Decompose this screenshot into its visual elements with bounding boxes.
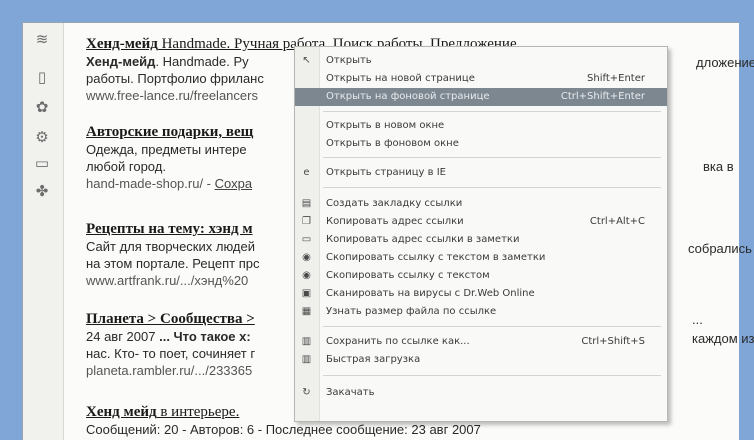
bug-icon[interactable]: ✤: [31, 181, 53, 201]
menu-item-copy-link-notes[interactable]: ▭ Копировать адрес ссылки в заметки: [295, 231, 667, 249]
menu-separator: [323, 187, 661, 188]
menu-item-fetch[interactable]: ↻ Закачать: [295, 384, 667, 402]
drweb-icon: ▣: [301, 288, 312, 299]
saved-copy-link[interactable]: Сохра: [215, 176, 252, 191]
download-icon: ▥: [301, 354, 312, 365]
result-snippet-right: каждом из: [692, 331, 754, 346]
result-snippet-right: вка в: [703, 159, 734, 174]
copy-text-icon: ◉: [302, 270, 311, 281]
menu-item-scan-drweb[interactable]: ▣ Сканировать на вирусы с Dr.Web Online: [295, 285, 667, 303]
menu-item-open-background-window[interactable]: Открыть в фоновом окне: [295, 135, 667, 153]
menu-item-bookmark-link[interactable]: ▤ Создать закладку ссылки: [295, 195, 667, 213]
menu-item-open[interactable]: ↖ Открыть: [295, 52, 667, 70]
context-menu: ↖ Открыть Открыть на новой странице Shif…: [294, 46, 668, 422]
result-snippet: Сообщений: 20 - Авторов: 6 - Последнее с…: [86, 422, 481, 437]
menu-item-copy-link-text[interactable]: ◉ Скопировать ссылку с текстом: [295, 267, 667, 285]
result-snippet-right: дложение: [696, 55, 754, 70]
bookmark-icon: ▤: [301, 198, 312, 209]
cursor-icon: ↖: [302, 55, 311, 66]
menu-item-open-new-page[interactable]: Открыть на новой странице Shift+Enter: [295, 70, 667, 88]
page-icon[interactable]: ▯: [31, 67, 53, 87]
scroll-icon[interactable]: ≋: [31, 29, 53, 49]
menu-item-file-size[interactable]: ▦ Узнать размер файла по ссылке: [295, 303, 667, 321]
notes-text-icon: ◉: [302, 252, 311, 263]
gear-icon[interactable]: ⚙: [31, 127, 53, 147]
menu-item-open-new-window[interactable]: Открыть в новом окне: [295, 117, 667, 135]
menu-item-save-link-as[interactable]: ▥ Сохранить по ссылке как... Ctrl+Shift+…: [295, 333, 667, 351]
save-icon: ▥: [301, 336, 312, 347]
menu-item-open-in-ie[interactable]: e Открыть страницу в IE: [295, 164, 667, 182]
fetch-icon: ↻: [302, 387, 311, 398]
menu-separator: [323, 157, 661, 158]
menu-separator: [323, 326, 661, 327]
menu-separator: [323, 111, 661, 112]
window-icon[interactable]: ▭: [31, 153, 53, 173]
result-ellipsis: ...: [692, 312, 703, 327]
menu-item-quick-download[interactable]: ▥ Быстрая загрузка: [295, 351, 667, 369]
filesize-icon: ▦: [301, 306, 312, 317]
menu-separator: [323, 375, 661, 376]
result-snippet-right: собрались: [688, 241, 752, 256]
copy-icon: ❐: [302, 216, 311, 227]
menu-item-open-background-page[interactable]: Открыть на фоновой странице Ctrl+Shift+E…: [295, 88, 667, 106]
menu-item-copy-link-text-notes[interactable]: ◉ Скопировать ссылку с текстом в заметки: [295, 249, 667, 267]
flower-icon[interactable]: ✿: [31, 97, 53, 117]
notes-icon: ▭: [301, 234, 312, 245]
menu-item-copy-link[interactable]: ❐ Копировать адрес ссылки Ctrl+Alt+C: [295, 213, 667, 231]
sidebar: ≋ ▯ ✿ ⚙ ▭ ✤: [23, 23, 64, 440]
ie-icon: e: [303, 167, 310, 178]
